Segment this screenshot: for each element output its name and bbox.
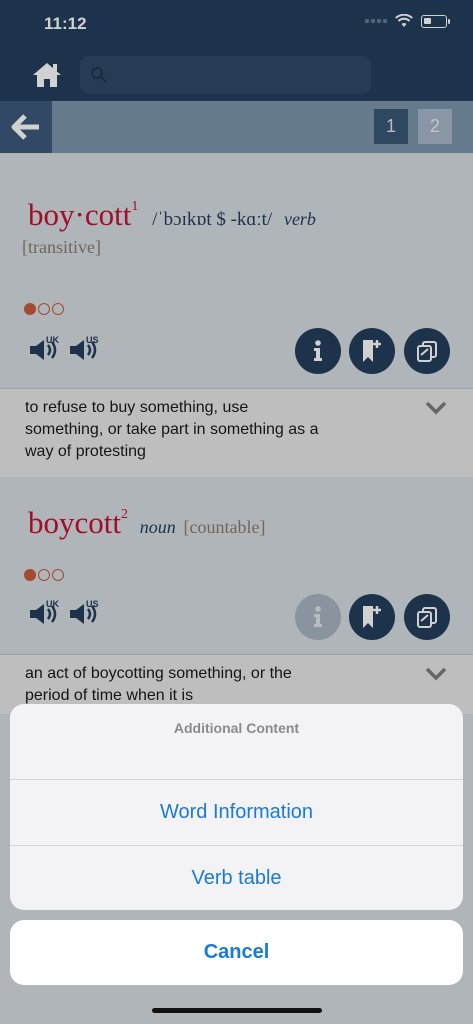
home-indicator: [152, 1008, 322, 1013]
word-information-option[interactable]: Word Information: [10, 780, 463, 845]
cancel-button[interactable]: Cancel: [10, 920, 463, 985]
action-sheet-title: Additional Content: [10, 704, 463, 780]
action-sheet: Additional Content Word Information Verb…: [10, 704, 463, 910]
verb-table-option[interactable]: Verb table: [10, 845, 463, 910]
